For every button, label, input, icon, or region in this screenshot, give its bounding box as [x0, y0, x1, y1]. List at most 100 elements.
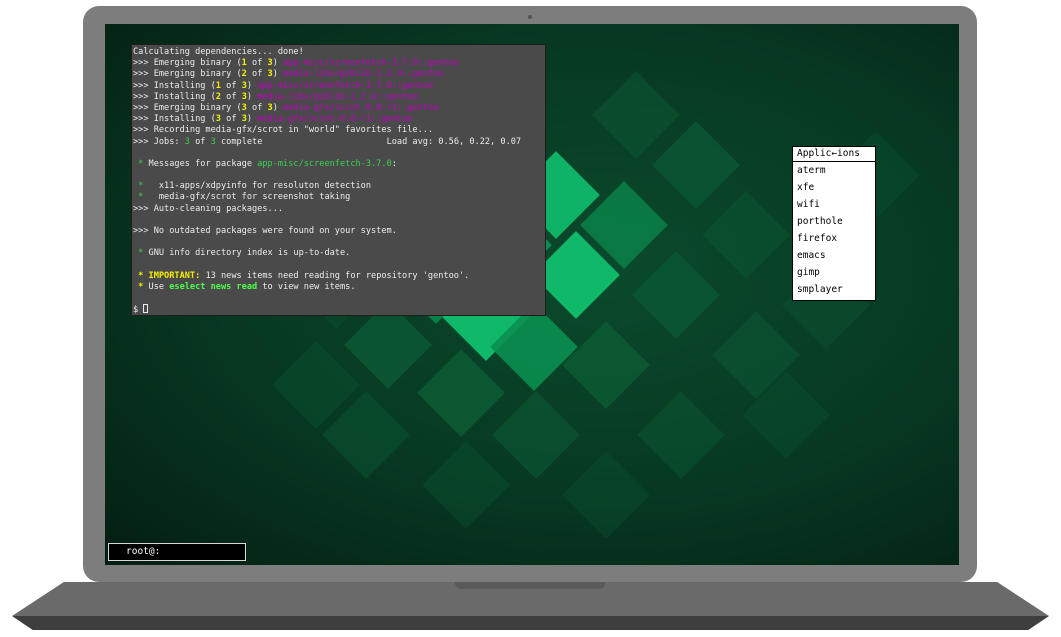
terminal-text: *: [133, 192, 149, 203]
terminal-text: x11-apps/xdpyinfo for resoluton detectio…: [148, 181, 372, 192]
wallpaper-diamond: [492, 391, 580, 479]
terminal-line: >>> Installing (3 of 3) media-gfx/scrot-…: [133, 114, 545, 125]
wallpaper-diamond: [637, 391, 725, 479]
laptop-hinge-notch: [455, 582, 605, 589]
terminal-text: IMPORTANT:: [148, 270, 201, 281]
terminal-line: >>> Emerging binary (3 of 3) media-gfx/s…: [133, 103, 545, 114]
terminal-text: of: [246, 102, 268, 113]
terminal-text: of: [246, 69, 268, 80]
menu-item-porthole[interactable]: porthole: [793, 213, 875, 230]
terminal-text: >>> Emerging binary (: [133, 58, 242, 69]
terminal-text: *: [133, 181, 149, 192]
terminal-text: Calculating dependencies... done!: [133, 47, 304, 57]
terminal-line: Calculating dependencies... done!: [133, 47, 545, 58]
terminal-window[interactable]: Calculating dependencies... done! >>> Eme…: [131, 44, 546, 316]
terminal-text: ): [272, 102, 284, 113]
terminal-text: >>> Installing (: [133, 114, 216, 125]
terminal-text: of: [220, 114, 242, 125]
terminal-text: *: [133, 158, 149, 169]
wallpaper-diamond: [422, 441, 510, 529]
run-prompt-input[interactable]: root@:: [108, 543, 246, 561]
terminal-text: of: [246, 58, 268, 69]
terminal-text: app-misc/screenfetch-3.7.0::gentoo: [283, 58, 460, 69]
terminal-line: >>> Jobs: 3 of 3 complete Load avg: 0.56…: [133, 137, 545, 148]
terminal-text: ): [246, 114, 258, 125]
menu-item-wifi[interactable]: wifi: [793, 196, 875, 213]
terminal-line: * GNU info directory index is up-to-date…: [133, 248, 545, 259]
terminal-line: >>> Recording media-gfx/scrot in "world"…: [133, 125, 545, 136]
terminal-text: ): [246, 80, 258, 91]
webcam: [528, 15, 532, 19]
terminal-text: 13 news items need reading for repositor…: [200, 270, 470, 281]
terminal-text: media-libs/giblib-1.2.4::gentoo: [283, 69, 444, 80]
terminal-text: >>> Auto-cleaning packages...: [133, 203, 284, 214]
prompt-label: root@:: [126, 546, 161, 557]
wallpaper-diamond: [632, 251, 720, 339]
terminal-text: complete Load avg: 0.56, 0.22, 0.07: [215, 136, 522, 147]
wallpaper-diamond: [592, 71, 680, 159]
terminal-text: Use: [148, 281, 170, 292]
terminal-text: *: [133, 281, 149, 292]
terminal-text: media-gfx/scrot-0.8-r1::gentoo: [257, 114, 413, 125]
wallpaper-diamond: [562, 321, 650, 409]
terminal-text: *: [133, 270, 149, 281]
terminal-text: of: [220, 80, 242, 91]
terminal-text: of: [220, 91, 242, 102]
terminal-line: >>> Emerging binary (1 of 3) app-misc/sc…: [133, 58, 545, 69]
terminal-text: ): [272, 69, 284, 80]
wallpaper-diamond: [652, 121, 740, 209]
terminal-text: >>> Emerging binary (: [133, 102, 242, 113]
menu-item-gimp[interactable]: gimp: [793, 264, 875, 281]
terminal-line: * media-gfx/scrot for screenshot taking: [133, 192, 545, 203]
terminal-text: >>> Installing (: [133, 91, 216, 102]
terminal-line: * x11-apps/xdpyinfo for resoluton detect…: [133, 181, 545, 192]
terminal-line: * Messages for package app-misc/screenfe…: [133, 159, 545, 170]
terminal-text: :: [391, 158, 397, 169]
terminal-cursor: [143, 304, 149, 314]
terminal-text: *: [133, 248, 149, 259]
terminal-text: ): [246, 91, 258, 102]
terminal-text: >>> Jobs:: [133, 136, 185, 147]
terminal-line: * Use eselect news read to view new item…: [133, 282, 545, 293]
terminal-text: $: [133, 305, 144, 316]
terminal-line: * IMPORTANT: 13 news items need reading …: [133, 271, 545, 282]
terminal-text: media-gfx/scrot-0.8-r1::gentoo: [283, 102, 439, 113]
terminal-text: >>> No outdated packages were found on y…: [133, 226, 397, 236]
terminal-text: >>> Recording media-gfx/scrot in "world"…: [133, 125, 434, 136]
laptop-base-front: [12, 616, 1049, 630]
menu-title: Applic←ions: [793, 147, 875, 162]
terminal-text: ): [272, 58, 284, 69]
terminal-text: of: [189, 136, 211, 147]
terminal-text: to view new items.: [257, 281, 356, 292]
menu-item-emacs[interactable]: emacs: [793, 247, 875, 264]
menu-item-smplayer[interactable]: smplayer: [793, 281, 875, 298]
terminal-text: >>> Installing (: [133, 80, 216, 91]
terminal-text: GNU info directory index is up-to-date.: [148, 248, 351, 259]
terminal-line: >>> Installing (2 of 3) media-libs/gibli…: [133, 92, 545, 103]
terminal-text: app-misc/screenfetch-3.7.0::gentoo: [257, 80, 434, 91]
terminal-text: app-misc/screenfetch-3.7.0: [257, 158, 392, 169]
menu-item-aterm[interactable]: aterm: [793, 162, 875, 179]
menu-item-firefox[interactable]: firefox: [793, 230, 875, 247]
wallpaper-diamond: [702, 191, 790, 279]
menu-item-xfe[interactable]: xfe: [793, 179, 875, 196]
terminal-text: Messages for package: [148, 158, 258, 169]
terminal-line: $: [133, 304, 545, 315]
applications-menu: Applic←ions aterm xfe wifi porthole fire…: [792, 146, 876, 301]
wallpaper-diamond: [562, 451, 650, 539]
terminal-text: media-gfx/scrot for screenshot taking: [148, 192, 351, 203]
terminal-line: >>> No outdated packages were found on y…: [133, 226, 545, 237]
wallpaper-diamond: [417, 349, 505, 437]
desktop-screen: Calculating dependencies... done! >>> Eme…: [105, 24, 959, 565]
terminal-line: >>> Emerging binary (2 of 3) media-libs/…: [133, 69, 545, 80]
terminal-line: >>> Auto-cleaning packages...: [133, 204, 545, 215]
terminal-text: media-libs/giblib-1.2.4::gentoo: [257, 91, 418, 102]
terminal-text: eselect news read: [169, 281, 258, 292]
terminal-text: >>> Emerging binary (: [133, 69, 242, 80]
